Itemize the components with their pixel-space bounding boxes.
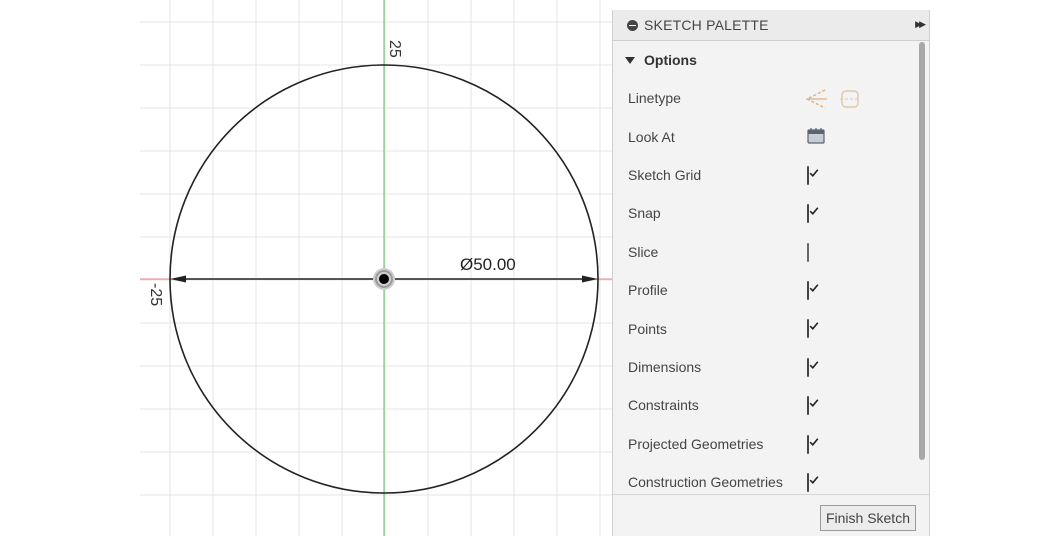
options-list: Linetype Look At Sketch Grid Snap Slice Profi…: [613, 79, 929, 501]
points-checkbox[interactable]: [807, 319, 819, 339]
center-point[interactable]: [379, 274, 389, 284]
option-row-slice: Slice: [613, 233, 929, 271]
look-at-icon[interactable]: [806, 127, 826, 145]
option-row-snap: Snap: [613, 194, 929, 232]
linetype-controls: [803, 87, 863, 111]
option-row-sketch-grid: Sketch Grid: [613, 156, 929, 194]
option-row-points: Points: [613, 309, 929, 347]
checkbox-box[interactable]: [807, 357, 819, 377]
checkbox-box[interactable]: [807, 472, 819, 492]
left-axis-label: -25: [147, 283, 164, 306]
option-label-snap: Snap: [628, 205, 661, 222]
checkbox-box[interactable]: [807, 434, 819, 454]
constraints-checkbox[interactable]: [807, 396, 819, 416]
option-label-look-at: Look At: [628, 128, 675, 145]
sketch-grid-checkbox[interactable]: [807, 165, 819, 185]
checkbox-box[interactable]: [807, 319, 819, 339]
option-label-sketch-grid: Sketch Grid: [628, 166, 702, 183]
centerline-linetype-icon[interactable]: [837, 87, 863, 111]
dimensions-checkbox[interactable]: [807, 357, 819, 377]
option-row-profile: Profile: [613, 271, 929, 309]
sketch-grid: [140, 0, 612, 536]
option-label-projected-geometries: Projected Geometries: [628, 435, 764, 452]
construction-geometries-checkbox[interactable]: [807, 472, 819, 492]
option-row-dimensions: Dimensions: [613, 348, 929, 386]
option-label-points: Points: [628, 320, 667, 337]
dimension-arrow-left: [170, 275, 186, 283]
finish-sketch-button[interactable]: Finish Sketch: [819, 505, 916, 531]
collapse-icon[interactable]: [627, 19, 638, 31]
top-axis-label: 25: [386, 40, 403, 58]
options-section-header[interactable]: Options: [613, 41, 929, 79]
palette-title: SKETCH PALETTE: [644, 17, 769, 33]
checkbox-box[interactable]: [807, 280, 819, 300]
dimension-label[interactable]: Ø50.00: [460, 255, 516, 274]
projected-geometries-checkbox[interactable]: [807, 434, 819, 454]
palette-header: SKETCH PALETTE ▶▶: [613, 10, 929, 41]
snap-checkbox[interactable]: [807, 204, 819, 224]
option-row-look-at: Look At: [613, 117, 929, 155]
expand-icon[interactable]: ▶▶: [915, 19, 926, 30]
option-label-dimensions: Dimensions: [628, 358, 702, 375]
checkbox-box[interactable]: [807, 165, 819, 185]
construction-linetype-icon[interactable]: [803, 87, 829, 111]
option-label-linetype: Linetype: [628, 90, 681, 107]
option-label-construction-geometries: Construction Geometries: [628, 474, 783, 491]
profile-checkbox[interactable]: [807, 280, 819, 300]
dimension-arrow-right: [582, 275, 598, 283]
slice-checkbox[interactable]: [807, 242, 809, 262]
checkbox-box[interactable]: [807, 242, 809, 262]
checkbox-box[interactable]: [807, 396, 819, 416]
scrollbar[interactable]: [919, 42, 925, 460]
option-label-profile: Profile: [628, 282, 668, 299]
options-label: Options: [644, 52, 697, 68]
look-at-control: [806, 127, 826, 150]
option-row-constraints: Constraints: [613, 386, 929, 424]
checkbox-box[interactable]: [807, 204, 819, 224]
sketch-palette: SKETCH PALETTE ▶▶ Options Linetype Look A…: [612, 10, 930, 536]
option-label-slice: Slice: [628, 243, 659, 260]
option-row-linetype: Linetype: [613, 79, 929, 117]
option-label-constraints: Constraints: [628, 397, 699, 414]
triangle-down-icon: [625, 56, 635, 64]
palette-footer: Finish Sketch: [613, 494, 929, 536]
option-row-projected-geometries: Projected Geometries: [613, 425, 929, 463]
